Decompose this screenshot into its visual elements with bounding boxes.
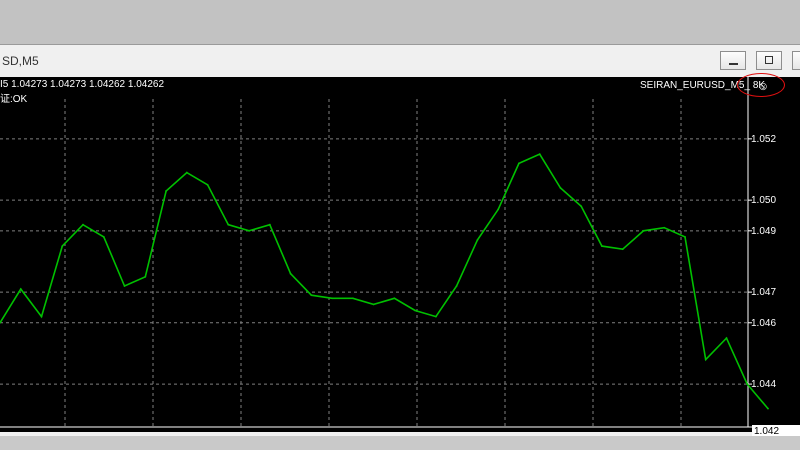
price-point bbox=[310, 294, 313, 297]
price-point bbox=[518, 162, 520, 165]
price-point bbox=[725, 337, 728, 340]
price-point bbox=[102, 236, 105, 238]
price-point bbox=[704, 358, 707, 361]
minimize-button[interactable] bbox=[720, 51, 746, 70]
y-tick-label: 1.050 bbox=[751, 195, 776, 206]
price-point bbox=[206, 183, 209, 186]
price-point bbox=[61, 245, 64, 248]
price-point bbox=[185, 171, 188, 174]
y-tick-label: 1.049 bbox=[751, 226, 776, 237]
window-title: SD,M5 bbox=[2, 54, 39, 68]
close-button[interactable] bbox=[792, 51, 800, 70]
price-point bbox=[580, 205, 583, 208]
price-chart[interactable]: 1.0521.0501.0491.0471.0461.04424 Jan 10:… bbox=[0, 73, 800, 438]
price-point bbox=[559, 186, 562, 189]
price-point bbox=[434, 315, 437, 318]
price-series-line bbox=[0, 153, 769, 410]
price-point bbox=[40, 315, 43, 318]
price-point bbox=[455, 285, 458, 287]
y-tick-label: 1.046 bbox=[751, 318, 776, 329]
maximize-icon bbox=[765, 56, 773, 64]
price-point bbox=[621, 248, 624, 251]
price-point bbox=[476, 239, 479, 241]
desktop-bottom bbox=[0, 436, 800, 450]
price-point bbox=[165, 190, 167, 192]
price-point bbox=[227, 223, 230, 226]
price-point bbox=[746, 383, 749, 385]
price-point bbox=[82, 223, 84, 226]
price-point bbox=[331, 297, 334, 300]
price-point bbox=[123, 285, 126, 287]
price-point bbox=[767, 407, 769, 410]
price-point bbox=[663, 226, 666, 229]
price-point bbox=[601, 245, 603, 248]
chart-canvas: 1.0521.0501.0491.0471.0461.04424 Jan 10:… bbox=[0, 77, 800, 428]
price-point bbox=[351, 297, 354, 300]
price-point bbox=[642, 229, 645, 232]
y-tick-label: 1.044 bbox=[751, 379, 776, 390]
price-point bbox=[538, 153, 541, 156]
y-tick-label: 1.052 bbox=[751, 134, 776, 145]
status-text: 证:OK bbox=[0, 94, 28, 105]
price-point bbox=[19, 288, 22, 290]
price-point bbox=[497, 208, 500, 211]
price-point bbox=[684, 236, 686, 238]
chart-window: SD,M5 1.0521.0501.0491.0471.0461.04424 J… bbox=[0, 44, 800, 438]
price-point bbox=[393, 297, 396, 300]
maximize-button[interactable] bbox=[756, 51, 782, 70]
y-tick-label: 1.047 bbox=[751, 287, 776, 298]
price-point bbox=[268, 223, 271, 226]
price-point bbox=[144, 275, 147, 278]
price-point bbox=[248, 229, 250, 232]
annotation-circle bbox=[737, 73, 785, 97]
price-point bbox=[414, 309, 417, 312]
ohlc-readout: I5 1.04273 1.04273 1.04262 1.04262 bbox=[0, 79, 165, 90]
price-point bbox=[372, 303, 375, 306]
window-titlebar[interactable]: SD,M5 bbox=[0, 45, 800, 77]
desktop-background bbox=[0, 0, 800, 44]
minimize-icon bbox=[729, 63, 738, 65]
price-point bbox=[289, 272, 292, 275]
